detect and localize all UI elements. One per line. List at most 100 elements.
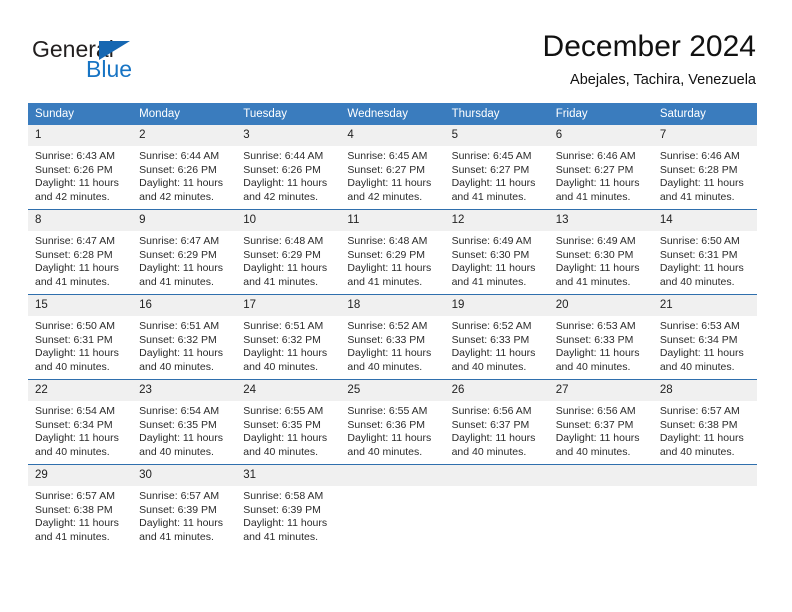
daylight-text-line1: Daylight: 11 hours	[555, 432, 640, 445]
daylight-text-line2: and 42 minutes.	[243, 190, 318, 203]
day-cell[interactable]: 12 Sunrise: 6:49 AM Sunset: 6:30 PM Dayl…	[444, 209, 549, 295]
daylight-text-line2: and 42 minutes.	[139, 190, 214, 203]
day-details: Sunrise: 6:52 AM Sunset: 6:33 PM Dayligh…	[340, 316, 444, 374]
calendar-week-row: 22 Sunrise: 6:54 AM Sunset: 6:34 PM Dayl…	[28, 379, 757, 465]
day-number: 20	[548, 295, 653, 316]
day-cell[interactable]: 1 Sunrise: 6:43 AM Sunset: 6:26 PM Dayli…	[28, 125, 133, 210]
daylight-text-line2: and 41 minutes.	[35, 530, 110, 543]
day-details: Sunrise: 6:50 AM Sunset: 6:31 PM Dayligh…	[28, 316, 132, 374]
daylight-text-line1: Daylight: 11 hours	[243, 432, 328, 445]
sunset-text: Sunset: 6:29 PM	[243, 248, 321, 261]
day-details: Sunrise: 6:57 AM Sunset: 6:39 PM Dayligh…	[132, 486, 236, 544]
day-cell[interactable]: 9 Sunrise: 6:47 AM Sunset: 6:29 PM Dayli…	[132, 209, 237, 295]
day-number: 16	[132, 295, 237, 316]
day-cell-empty	[548, 464, 653, 549]
daylight-text-line1: Daylight: 11 hours	[347, 347, 432, 360]
daylight-text-line1: Daylight: 11 hours	[659, 432, 744, 445]
day-cell[interactable]: 30 Sunrise: 6:57 AM Sunset: 6:39 PM Dayl…	[132, 464, 237, 549]
day-cell[interactable]: 25 Sunrise: 6:55 AM Sunset: 6:36 PM Dayl…	[340, 379, 445, 465]
daylight-text-line2: and 40 minutes.	[555, 360, 631, 373]
daylight-text-line2: and 41 minutes.	[139, 530, 214, 543]
day-number: 2	[132, 125, 237, 146]
day-cell[interactable]: 4 Sunrise: 6:45 AM Sunset: 6:27 PM Dayli…	[340, 125, 445, 210]
day-cell[interactable]: 15 Sunrise: 6:50 AM Sunset: 6:31 PM Dayl…	[28, 294, 133, 380]
day-cell[interactable]: 20 Sunrise: 6:53 AM Sunset: 6:33 PM Dayl…	[548, 294, 653, 380]
day-cell[interactable]: 2 Sunrise: 6:44 AM Sunset: 6:26 PM Dayli…	[132, 125, 237, 210]
day-cell[interactable]: 6 Sunrise: 6:46 AM Sunset: 6:27 PM Dayli…	[548, 125, 653, 210]
sunrise-text: Sunrise: 6:44 AM	[243, 150, 324, 162]
day-cell[interactable]: 16 Sunrise: 6:51 AM Sunset: 6:32 PM Dayl…	[132, 294, 237, 380]
day-cell[interactable]: 13 Sunrise: 6:49 AM Sunset: 6:30 PM Dayl…	[548, 209, 653, 295]
day-cell[interactable]: 28 Sunrise: 6:57 AM Sunset: 6:38 PM Dayl…	[652, 379, 757, 465]
day-number: 18	[340, 295, 445, 316]
calendar-week-row: 1 Sunrise: 6:43 AM Sunset: 6:26 PM Dayli…	[28, 125, 757, 210]
daylight-text-line1: Daylight: 11 hours	[139, 347, 223, 360]
sunset-text: Sunset: 6:38 PM	[659, 418, 738, 431]
daylight-text-line1: Daylight: 11 hours	[451, 432, 536, 445]
sunset-text: Sunset: 6:27 PM	[347, 163, 426, 176]
day-cell[interactable]: 3 Sunrise: 6:44 AM Sunset: 6:26 PM Dayli…	[236, 125, 341, 210]
day-details: Sunrise: 6:49 AM Sunset: 6:30 PM Dayligh…	[549, 231, 653, 289]
day-number: 15	[28, 295, 133, 316]
day-cell[interactable]: 24 Sunrise: 6:55 AM Sunset: 6:35 PM Dayl…	[236, 379, 341, 465]
calendar-week-row: 8 Sunrise: 6:47 AM Sunset: 6:28 PM Dayli…	[28, 209, 757, 295]
sun-calendar-table: Sunday Monday Tuesday Wednesday Thursday…	[28, 103, 757, 549]
page-header: General Blue December 2024 Abejales, Tac…	[28, 28, 756, 96]
sunrise-text: Sunrise: 6:46 AM	[659, 150, 740, 162]
day-cell[interactable]: 8 Sunrise: 6:47 AM Sunset: 6:28 PM Dayli…	[28, 209, 133, 295]
day-number: 10	[236, 210, 341, 231]
day-cell[interactable]: 22 Sunrise: 6:54 AM Sunset: 6:34 PM Dayl…	[28, 379, 133, 465]
sunset-text: Sunset: 6:33 PM	[347, 333, 426, 346]
sunset-text: Sunset: 6:31 PM	[659, 248, 738, 261]
daylight-text-line1: Daylight: 11 hours	[243, 262, 328, 275]
day-cell[interactable]: 10 Sunrise: 6:48 AM Sunset: 6:29 PM Dayl…	[236, 209, 341, 295]
weekday-header-monday: Monday	[132, 103, 237, 125]
sunset-text: Sunset: 6:38 PM	[35, 503, 113, 516]
day-cell[interactable]: 21 Sunrise: 6:53 AM Sunset: 6:34 PM Dayl…	[652, 294, 757, 380]
calendar-week-row: 29 Sunrise: 6:57 AM Sunset: 6:38 PM Dayl…	[28, 464, 757, 549]
day-cell[interactable]: 23 Sunrise: 6:54 AM Sunset: 6:35 PM Dayl…	[132, 379, 237, 465]
day-cell[interactable]: 17 Sunrise: 6:51 AM Sunset: 6:32 PM Dayl…	[236, 294, 341, 380]
day-cell[interactable]: 27 Sunrise: 6:56 AM Sunset: 6:37 PM Dayl…	[548, 379, 653, 465]
logo-text-blue: Blue	[86, 56, 133, 82]
sunset-text: Sunset: 6:28 PM	[659, 163, 738, 176]
day-cell[interactable]: 7 Sunrise: 6:46 AM Sunset: 6:28 PM Dayli…	[652, 125, 757, 210]
daylight-text-line2: and 40 minutes.	[659, 360, 735, 373]
daylight-text-line1: Daylight: 11 hours	[347, 262, 432, 275]
daylight-text-line2: and 40 minutes.	[451, 360, 527, 373]
day-cell[interactable]: 29 Sunrise: 6:57 AM Sunset: 6:38 PM Dayl…	[28, 464, 133, 549]
daylight-text-line2: and 40 minutes.	[35, 445, 110, 458]
sunset-text: Sunset: 6:29 PM	[347, 248, 426, 261]
daylight-text-line1: Daylight: 11 hours	[243, 347, 328, 360]
day-details: Sunrise: 6:48 AM Sunset: 6:29 PM Dayligh…	[340, 231, 444, 289]
daylight-text-line1: Daylight: 11 hours	[243, 517, 328, 530]
daylight-text-line2: and 40 minutes.	[35, 360, 110, 373]
day-number: 19	[444, 295, 549, 316]
daylight-text-line2: and 41 minutes.	[659, 190, 735, 203]
day-details: Sunrise: 6:58 AM Sunset: 6:39 PM Dayligh…	[236, 486, 340, 544]
day-number: 23	[132, 380, 237, 401]
day-cell[interactable]: 18 Sunrise: 6:52 AM Sunset: 6:33 PM Dayl…	[340, 294, 445, 380]
day-cell-empty	[444, 464, 549, 549]
weekday-header-saturday: Saturday	[652, 103, 757, 125]
day-cell[interactable]: 19 Sunrise: 6:52 AM Sunset: 6:33 PM Dayl…	[444, 294, 549, 380]
daylight-text-line2: and 42 minutes.	[347, 190, 423, 203]
general-blue-logo[interactable]: General Blue	[28, 30, 208, 88]
daylight-text-line1: Daylight: 11 hours	[243, 177, 328, 190]
daylight-text-line1: Daylight: 11 hours	[451, 347, 536, 360]
day-number: 5	[444, 125, 549, 146]
day-number: 29	[28, 465, 133, 486]
daylight-text-line2: and 40 minutes.	[139, 445, 214, 458]
daylight-text-line1: Daylight: 11 hours	[659, 262, 744, 275]
day-number: 24	[236, 380, 341, 401]
day-cell[interactable]: 31 Sunrise: 6:58 AM Sunset: 6:39 PM Dayl…	[236, 464, 341, 549]
daylight-text-line1: Daylight: 11 hours	[451, 177, 536, 190]
day-cell[interactable]: 11 Sunrise: 6:48 AM Sunset: 6:29 PM Dayl…	[340, 209, 445, 295]
day-cell[interactable]: 5 Sunrise: 6:45 AM Sunset: 6:27 PM Dayli…	[444, 125, 549, 210]
day-cell[interactable]: 26 Sunrise: 6:56 AM Sunset: 6:37 PM Dayl…	[444, 379, 549, 465]
weekday-header-wednesday: Wednesday	[340, 103, 445, 125]
daylight-text-line1: Daylight: 11 hours	[451, 262, 536, 275]
daylight-text-line2: and 41 minutes.	[347, 275, 423, 288]
day-cell[interactable]: 14 Sunrise: 6:50 AM Sunset: 6:31 PM Dayl…	[652, 209, 757, 295]
daylight-text-line1: Daylight: 11 hours	[555, 262, 640, 275]
